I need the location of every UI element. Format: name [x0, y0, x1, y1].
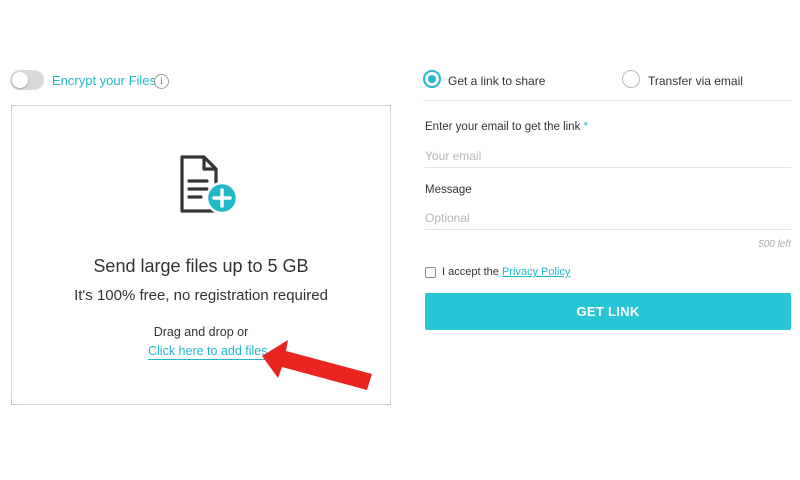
chars-left-counter: 500 left: [758, 239, 791, 250]
message-input[interactable]: [425, 207, 791, 230]
radio-transfer-email[interactable]: [622, 70, 640, 88]
dropzone-corner: [11, 399, 17, 405]
encrypt-toggle[interactable]: [10, 70, 44, 90]
required-marker: *: [583, 121, 589, 133]
red-arrow-annotation: [262, 340, 372, 390]
option-get-link-label[interactable]: Get a link to share: [448, 74, 545, 88]
accept-prefix: I accept the: [442, 266, 499, 278]
options-divider: [423, 100, 791, 101]
email-input[interactable]: [425, 145, 791, 168]
encrypt-label[interactable]: Encrypt your Files: [52, 73, 156, 88]
accept-privacy-checkbox[interactable]: [425, 267, 436, 278]
message-field-label: Message: [425, 184, 472, 196]
email-field-label: Enter your email to get the link *: [425, 121, 588, 133]
dropzone-corner: [385, 105, 391, 111]
file-add-icon[interactable]: [176, 154, 240, 218]
dropzone-corner: [385, 399, 391, 405]
toggle-knob: [12, 72, 28, 88]
dropzone-subtitle: It's 100% free, no registration required: [74, 287, 328, 304]
email-label-text: Enter your email to get the link: [425, 121, 581, 133]
option-transfer-email-label[interactable]: Transfer via email: [648, 74, 743, 88]
get-link-button[interactable]: GET LINK: [425, 293, 791, 330]
add-files-link[interactable]: Click here to add files: [148, 344, 268, 360]
info-icon[interactable]: i: [154, 74, 169, 89]
dropzone-corner: [11, 105, 17, 111]
radio-get-link[interactable]: [423, 70, 441, 88]
dropzone-title: Send large files up to 5 GB: [93, 256, 309, 276]
accept-privacy-text: I accept the Privacy Policy: [442, 266, 570, 278]
privacy-policy-link[interactable]: Privacy Policy: [502, 266, 570, 278]
